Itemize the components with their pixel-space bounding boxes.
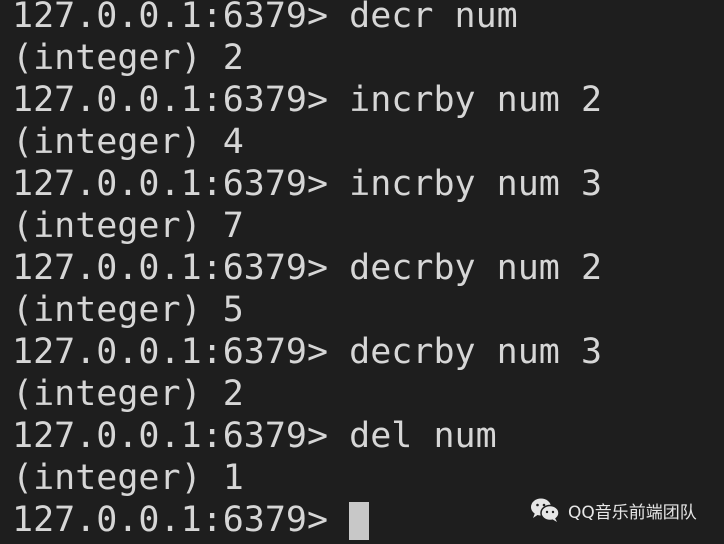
active-prompt-line[interactable]: 127.0.0.1:6379>: [12, 499, 602, 541]
output-line: (integer) 2: [12, 373, 602, 415]
command-line: 127.0.0.1:6379> incrby num 2: [12, 79, 602, 121]
prompt: 127.0.0.1:6379>: [12, 164, 350, 204]
output-text: (integer) 2: [12, 38, 244, 78]
output-line: (integer) 2: [12, 37, 602, 79]
output-line: (integer) 5: [12, 289, 602, 331]
wechat-icon: [531, 498, 560, 522]
command-line: 127.0.0.1:6379> decrby num 3: [12, 331, 602, 373]
output-line: (integer) 1: [12, 457, 602, 499]
command-text: del num: [349, 416, 497, 456]
terminal-output[interactable]: 127.0.0.1:6379> decr num (integer) 2 127.0…: [12, 0, 602, 541]
watermark-text: QQ音乐前端团队: [568, 502, 697, 523]
output-text: (integer) 5: [12, 290, 244, 330]
output-text: (integer) 2: [12, 374, 244, 414]
command-line: 127.0.0.1:6379> incrby num 3: [12, 163, 602, 205]
prompt: 127.0.0.1:6379>: [12, 80, 350, 120]
output-line: (integer) 4: [12, 121, 602, 163]
command-line: 127.0.0.1:6379> decrby num 2: [12, 247, 602, 289]
command-line: 127.0.0.1:6379> decr num: [12, 0, 602, 37]
output-text: (integer) 1: [12, 458, 244, 498]
prompt: 127.0.0.1:6379>: [12, 500, 350, 540]
prompt: 127.0.0.1:6379>: [12, 332, 350, 372]
command-line: 127.0.0.1:6379> del num: [12, 415, 602, 457]
command-text: incrby num 2: [349, 80, 603, 120]
output-text: (integer) 4: [12, 122, 244, 162]
cursor: [349, 502, 370, 540]
command-text: decr num: [349, 0, 518, 36]
command-text: decrby num 2: [349, 248, 603, 288]
watermark: QQ音乐前端团队: [530, 497, 697, 523]
prompt: 127.0.0.1:6379>: [12, 0, 350, 36]
command-text: incrby num 3: [349, 164, 603, 204]
output-line: (integer) 7: [12, 205, 602, 247]
prompt: 127.0.0.1:6379>: [12, 248, 350, 288]
prompt: 127.0.0.1:6379>: [12, 416, 350, 456]
command-text: decrby num 3: [349, 332, 603, 372]
output-text: (integer) 7: [12, 206, 244, 246]
